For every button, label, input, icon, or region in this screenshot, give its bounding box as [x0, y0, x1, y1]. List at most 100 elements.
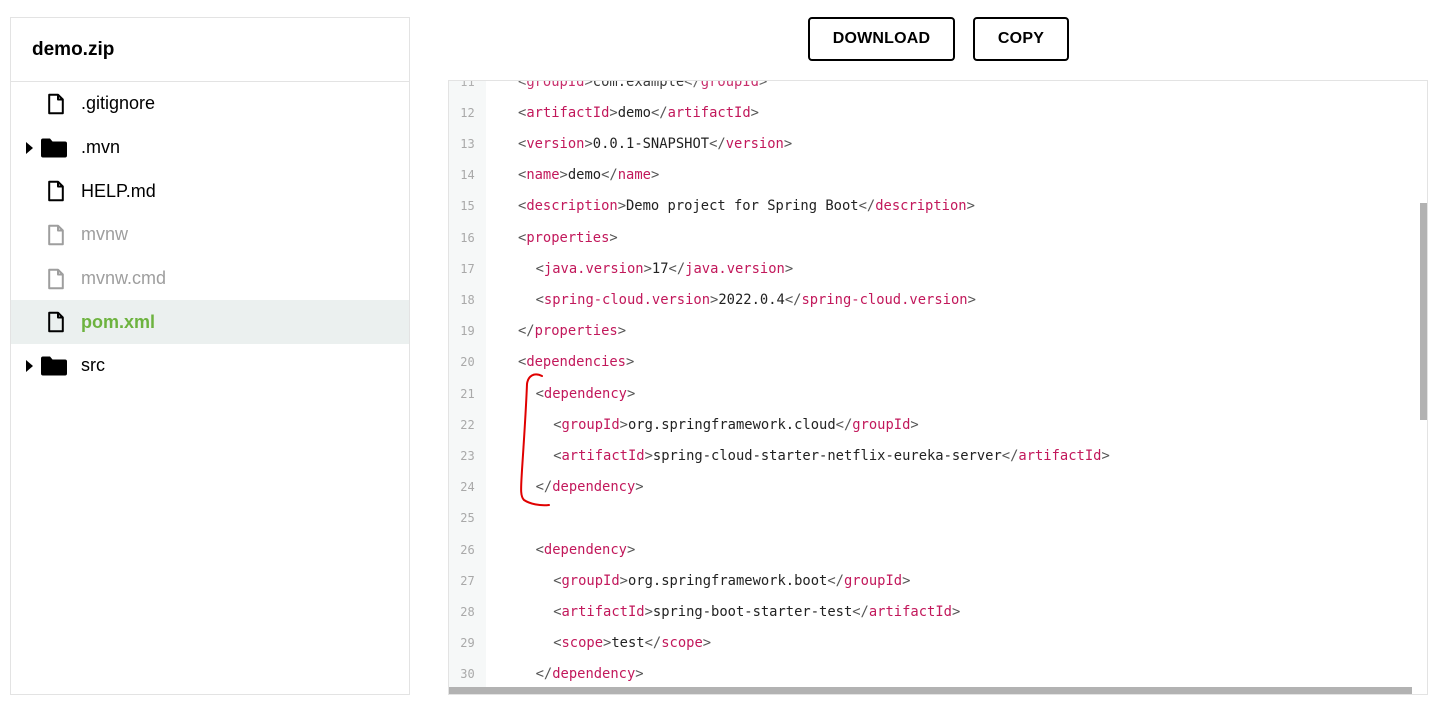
xml-tag-name: name	[617, 167, 651, 184]
code-viewer[interactable]: 11 <groupId>com.example</groupId> 12 <artif…	[448, 80, 1428, 695]
line-number: 23	[460, 448, 475, 463]
code-content: <properties>	[518, 230, 618, 246]
folder-icon	[41, 138, 67, 158]
tag-bracket: >	[617, 198, 626, 215]
code-line: 13 <version>0.0.1-SNAPSHOT</version>	[449, 128, 1427, 159]
code-content: <name>demo</name>	[518, 167, 659, 183]
code-content: </properties>	[518, 323, 626, 339]
code-line: 20 <dependencies>	[449, 347, 1427, 378]
tree-item-src[interactable]: src	[11, 344, 409, 388]
xml-tag-name: version	[526, 135, 585, 152]
xml-text-value: 2022.0.4	[718, 291, 785, 308]
tag-bracket: >	[619, 572, 628, 589]
tag-bracket: >	[644, 447, 653, 464]
code-content: <dependencies>	[518, 354, 634, 370]
xml-text-value: spring-cloud-starter-netflix-eureka-serv…	[652, 447, 1002, 464]
code-line: 27 <groupId>org.springframework.boot</gro…	[449, 565, 1427, 596]
line-number: 17	[460, 261, 475, 276]
tag-bracket: >	[609, 104, 618, 121]
tag-bracket: <	[553, 635, 562, 652]
xml-tag-name: dependency	[552, 666, 636, 683]
line-number: 28	[460, 604, 475, 619]
tree-item-gitignore[interactable]: .gitignore	[11, 82, 409, 126]
file-icon	[48, 268, 64, 289]
file-icon	[48, 224, 64, 246]
xml-tag-name: dependency	[543, 385, 627, 402]
tag-bracket: >	[635, 666, 644, 683]
code-content: <version>0.0.1-SNAPSHOT</version>	[518, 136, 792, 152]
tag-bracket: >	[644, 603, 653, 620]
code-content: <groupId>org.springframework.cloud</grou…	[553, 417, 919, 433]
tree-item-label: src	[81, 355, 105, 376]
xml-text-value: 17	[651, 260, 669, 277]
line-number: 11	[460, 80, 475, 89]
tag-bracket: </	[784, 291, 802, 308]
tag-bracket: >	[635, 479, 644, 496]
tag-bracket: >	[626, 541, 636, 558]
tag-bracket: </	[518, 323, 535, 340]
xml-tag-name: dependency	[543, 541, 627, 558]
vertical-scrollbar-thumb[interactable]	[1420, 203, 1427, 420]
code-line: 15 <description>Demo project for Spring B…	[449, 191, 1427, 222]
xml-tag-name: groupId	[843, 572, 903, 589]
tag-bracket: >	[783, 135, 793, 152]
xml-text-value: demo	[567, 167, 602, 184]
download-button[interactable]: DOWNLOAD	[808, 17, 955, 61]
code-content: <artifactId>demo</artifactId>	[518, 105, 759, 121]
code-line: 28 <artifactId>spring-boot-starter-test</…	[449, 596, 1427, 627]
xml-tag-name: groupId	[852, 416, 911, 433]
file-tree-panel: demo.zip .gitignore .mvn HELP.md mvnw mvnw.c…	[10, 17, 410, 695]
tag-bracket: >	[617, 323, 627, 340]
code-content: <description>Demo project for Spring Boo…	[518, 198, 975, 214]
tag-bracket: >	[626, 385, 636, 402]
tag-bracket: </	[1001, 447, 1019, 464]
folder-icon	[41, 356, 67, 376]
tag-bracket: </	[858, 198, 876, 215]
xml-tag-name: scope	[661, 635, 703, 652]
tag-bracket: <	[535, 541, 544, 558]
xml-tag-name: artifactId	[561, 447, 645, 464]
code-line: 29 <scope>test</scope>	[449, 628, 1427, 659]
tree-item-pom-xml[interactable]: pom.xml	[11, 300, 409, 345]
tag-bracket: >	[650, 167, 660, 184]
tree-header: demo.zip	[11, 18, 409, 82]
xml-tag-name: java.version	[543, 260, 644, 277]
tree-item-label: mvnw.cmd	[81, 268, 167, 289]
copy-button[interactable]: COPY	[973, 17, 1069, 61]
code-line: 19 </properties>	[449, 316, 1427, 347]
xml-tag-name: artifactId	[1018, 447, 1102, 464]
tree-item-mvn[interactable]: .mvn	[11, 126, 409, 170]
code-line: 18 <spring-cloud.version>2022.0.4</spring…	[449, 284, 1427, 315]
line-number: 30	[460, 667, 475, 682]
tag-bracket: >	[643, 260, 652, 277]
code-content: </dependency>	[536, 666, 644, 682]
xml-tag-name: spring-cloud.version	[543, 291, 711, 308]
tag-bracket: >	[609, 229, 618, 246]
file-icon	[48, 93, 64, 115]
line-number: 19	[460, 324, 475, 339]
xml-tag-name: artifactId	[561, 603, 645, 620]
tag-bracket: >	[584, 80, 593, 90]
tag-bracket: <	[553, 572, 562, 589]
xml-tag-name: dependencies	[526, 354, 626, 371]
line-number: 24	[460, 480, 475, 495]
xml-tag-name: groupId	[700, 80, 759, 90]
tree-item-help-md[interactable]: HELP.md	[11, 169, 409, 213]
horizontal-scrollbar-thumb[interactable]	[449, 687, 1412, 694]
caret-right-icon[interactable]	[26, 359, 33, 372]
code-content: <artifactId>spring-boot-starter-test</ar…	[553, 604, 960, 620]
tag-bracket: >	[626, 354, 635, 371]
caret-right-icon[interactable]	[26, 141, 33, 154]
tag-bracket: >	[584, 135, 593, 152]
code-line: 21 <dependency>	[449, 378, 1427, 409]
tree-item-mvnw[interactable]: mvnw	[11, 213, 409, 257]
tag-bracket: </	[601, 167, 618, 184]
tag-bracket: >	[702, 635, 712, 652]
tag-bracket: </	[709, 135, 726, 152]
tree-item-mvnw-cmd[interactable]: mvnw.cmd	[11, 257, 409, 301]
line-number: 16	[460, 230, 475, 245]
xml-tag-name: dependency	[552, 479, 636, 496]
tag-bracket: </	[835, 416, 853, 433]
xml-text-value: 0.0.1-SNAPSHOT	[592, 135, 710, 152]
line-number: 15	[460, 199, 475, 214]
